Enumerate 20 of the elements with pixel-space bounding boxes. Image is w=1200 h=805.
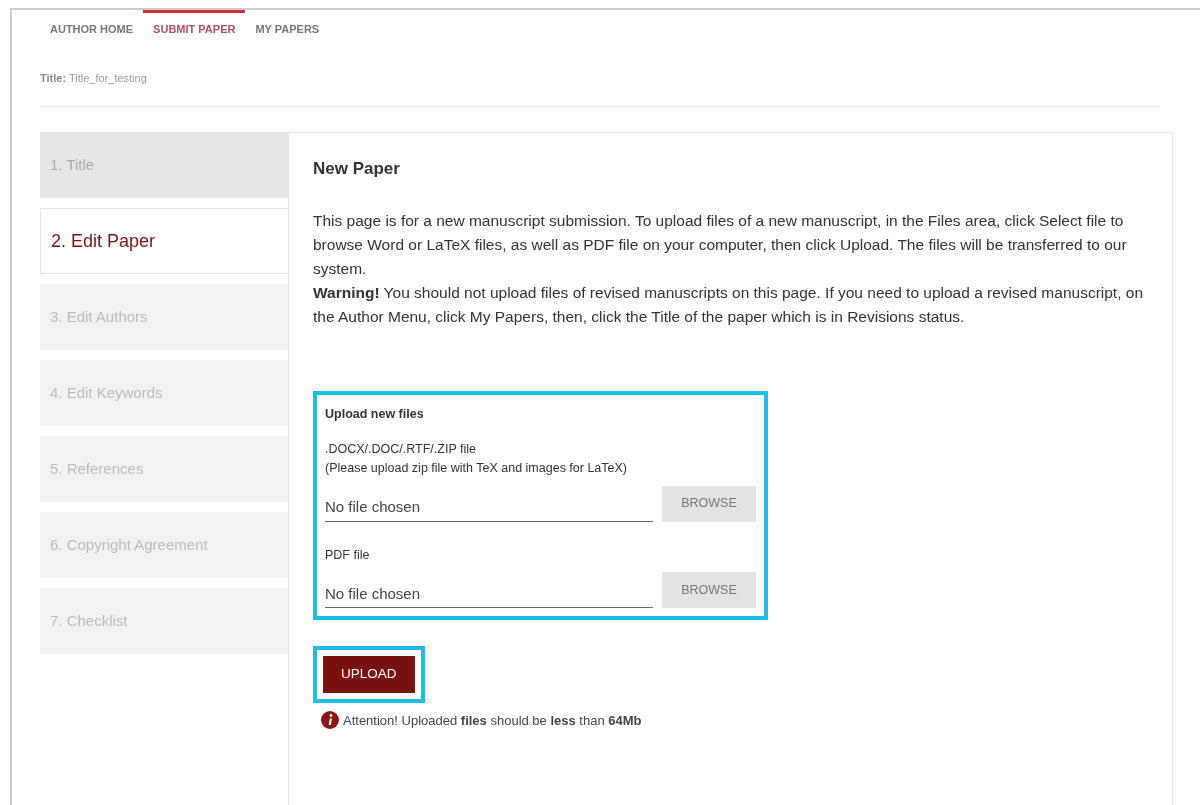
step-tab[interactable]: 2. Edit Paper xyxy=(40,208,288,274)
field-label: .DOCX/.DOC/.RTF/.ZIP file xyxy=(325,441,477,459)
nav-tab[interactable]: MY PAPERS xyxy=(245,10,330,44)
intro-paragraph: This page is for a new manuscript submission. To upload files of a new manuscript, in the Files area, click Select file to browse Word or LaTeX files, as well as PDF file on your computer, then click Upload. The files will be transferred to our system. xyxy=(313,211,1128,280)
section-heading: Upload new files xyxy=(325,406,425,424)
file-field[interactable]: No file chosen xyxy=(325,494,653,522)
step-tab[interactable]: 1. Title xyxy=(40,132,288,198)
nav-tab[interactable]: AUTHOR HOME xyxy=(40,10,144,44)
browse-button[interactable]: BROWSE xyxy=(662,572,756,609)
warning-paragraph: Warning! You should not upload files of revised manuscripts on this page. If you need to upload a revised manuscript, on the Author Menu, click My Papers, then, click the Title of the paper which is in Revisions status. xyxy=(313,283,1145,328)
field-hint: (Please upload zip file with TeX and images for LaTeX) xyxy=(325,459,629,477)
panel-heading: New Paper xyxy=(313,159,401,180)
attention-note: Attention! Uploaded files should be less than 64Mb xyxy=(343,711,642,730)
nav-tab[interactable]: SUBMIT PAPER xyxy=(143,10,246,44)
upload-button[interactable]: UPLOAD xyxy=(323,656,415,693)
paper-title: Title: Title_for_testing xyxy=(40,70,148,86)
browse-button[interactable]: BROWSE xyxy=(662,485,756,522)
file-field[interactable]: No file chosen xyxy=(325,580,653,609)
info-icon xyxy=(321,711,339,730)
field-label: PDF file xyxy=(325,546,371,564)
